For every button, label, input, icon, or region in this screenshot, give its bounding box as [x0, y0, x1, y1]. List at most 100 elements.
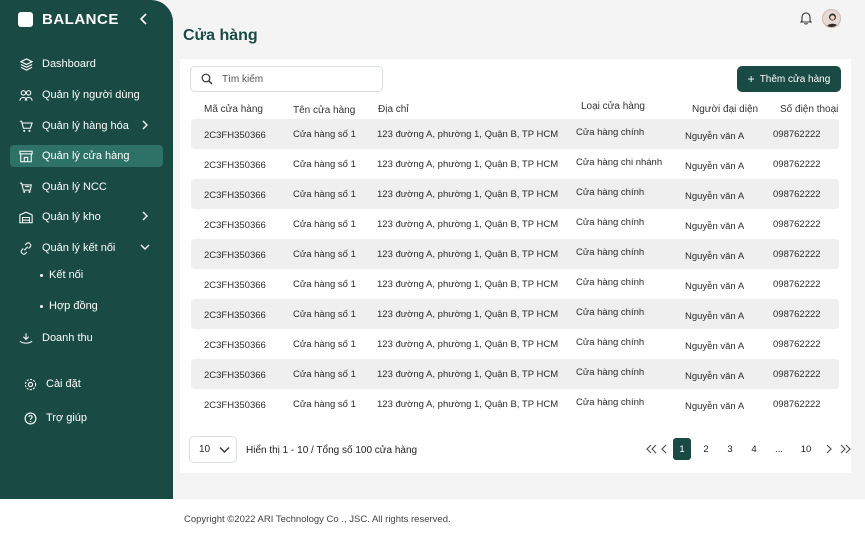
- cell-representative: Nguyễn văn A: [685, 281, 745, 292]
- page-button-10[interactable]: 10: [797, 438, 815, 460]
- column-header-address: Địa chỉ: [378, 104, 409, 115]
- cell-phone: 098762222: [773, 369, 821, 380]
- link-icon: [10, 241, 42, 255]
- warehouse-icon: [10, 211, 42, 224]
- cell-code: 2C3FH350366: [204, 190, 266, 201]
- users-icon: [10, 89, 42, 102]
- stores-card: + Thêm cửa hàng Mã cửa hàng Tên cửa hàng…: [180, 59, 851, 473]
- page-button-4[interactable]: 4: [745, 438, 763, 460]
- page-button-2[interactable]: 2: [697, 438, 715, 460]
- cell-code: 2C3FH350366: [204, 340, 266, 351]
- sidebar-item-products[interactable]: Quản lý hàng hóa: [10, 115, 163, 137]
- collapse-sidebar-icon[interactable]: [139, 12, 149, 29]
- column-header-representative: Người đại diện: [692, 104, 759, 115]
- last-page-icon[interactable]: [836, 438, 854, 460]
- sidebar-item-connections[interactable]: Quản lý kết nối: [10, 237, 163, 259]
- cart-icon: [10, 120, 42, 133]
- cell-address: 123 đường A, phường 1, Quận B, TP HCM: [377, 309, 559, 320]
- cell-type: Cửa hàng chính: [576, 187, 645, 198]
- sidebar: BALANCE Dashboard Quản lý người dùng Quả…: [0, 0, 173, 537]
- add-store-button[interactable]: + Thêm cửa hàng: [737, 66, 841, 92]
- cell-representative: Nguyễn văn A: [685, 401, 745, 412]
- avatar[interactable]: [822, 9, 841, 28]
- cell-address: 123 đường A, phường 1, Quận B, TP HCM: [377, 219, 559, 230]
- cell-type: Cửa hàng chính: [576, 307, 645, 318]
- page-button-1[interactable]: 1: [673, 438, 691, 460]
- bell-icon[interactable]: [799, 11, 813, 25]
- sidebar-item-users[interactable]: Quản lý người dùng: [10, 84, 163, 106]
- sidebar-item-label: Quản lý người dùng: [42, 89, 140, 101]
- sidebar-item-suppliers[interactable]: Quản lý NCC: [10, 176, 163, 198]
- cell-type: Cửa hàng chi nhánh: [576, 157, 663, 168]
- page-size-select[interactable]: 10: [189, 436, 237, 463]
- cell-phone: 098762222: [773, 219, 821, 230]
- bullet-icon: [40, 304, 43, 308]
- copyright: Copyright ©2022 ARI Technology Co ., JSC…: [184, 514, 451, 525]
- cell-name: Cửa hàng số 1: [293, 279, 356, 290]
- sidebar-item-label: Quản lý kho: [42, 211, 101, 223]
- sidebar-item-stores[interactable]: Quản lý cửa hàng: [10, 145, 163, 167]
- store-icon: [10, 150, 42, 163]
- search-icon: [201, 73, 213, 85]
- cell-phone: 098762222: [773, 249, 821, 260]
- layers-icon: [10, 57, 42, 71]
- search-box[interactable]: [190, 66, 383, 92]
- cell-representative: Nguyễn văn A: [685, 191, 745, 202]
- cell-type: Cửa hàng chính: [576, 247, 645, 258]
- brand-logo: [18, 12, 33, 27]
- cell-type: Cửa hàng chính: [576, 367, 645, 378]
- cell-address: 123 đường A, phường 1, Quận B, TP HCM: [377, 159, 559, 170]
- column-header-phone: Số điện thoại: [780, 104, 839, 115]
- search-input[interactable]: [222, 73, 372, 85]
- cell-code: 2C3FH350366: [204, 400, 266, 411]
- cell-name: Cửa hàng số 1: [293, 339, 356, 350]
- page-ellipsis: ...: [775, 443, 783, 455]
- sidebar-item-label: Quản lý hàng hóa: [42, 120, 129, 132]
- sidebar-item-label: Quản lý kết nối: [42, 242, 116, 254]
- page-button-3[interactable]: 3: [721, 438, 739, 460]
- sidebar-subitem-connect[interactable]: Kết nối: [40, 269, 83, 281]
- sidebar-subitem-contracts[interactable]: Hợp đồng: [40, 300, 98, 312]
- page-size-value: 10: [199, 444, 211, 455]
- cell-representative: Nguyễn văn A: [685, 251, 745, 262]
- cell-phone: 098762222: [773, 129, 821, 140]
- cell-name: Cửa hàng số 1: [293, 159, 356, 170]
- prev-page-icon[interactable]: [655, 438, 673, 460]
- gear-icon: [14, 378, 46, 391]
- column-header-name: Tên cửa hàng: [293, 105, 356, 116]
- truck-icon: [10, 181, 42, 194]
- cell-phone: 098762222: [773, 279, 821, 290]
- add-store-label: Thêm cửa hàng: [759, 73, 831, 85]
- cell-phone: 098762222: [773, 189, 821, 200]
- sidebar-item-label: Cài đặt: [46, 378, 81, 390]
- chevron-right-icon: [142, 211, 148, 221]
- sidebar-item-label: Quản lý cửa hàng: [42, 150, 130, 162]
- cell-name: Cửa hàng số 1: [293, 399, 356, 410]
- sidebar-item-revenue[interactable]: Doanh thu: [10, 327, 163, 349]
- cell-representative: Nguyễn văn A: [685, 341, 745, 352]
- cell-representative: Nguyễn văn A: [685, 161, 745, 172]
- cell-phone: 098762222: [773, 339, 821, 350]
- sidebar-item-help[interactable]: Trợ giúp: [14, 407, 167, 429]
- cell-representative: Nguyễn văn A: [685, 311, 745, 322]
- cell-code: 2C3FH350366: [204, 310, 266, 321]
- cell-representative: Nguyễn văn A: [685, 131, 745, 142]
- cell-address: 123 đường A, phường 1, Quận B, TP HCM: [377, 279, 559, 290]
- cell-address: 123 đường A, phường 1, Quận B, TP HCM: [377, 189, 559, 200]
- sidebar-item-dashboard[interactable]: Dashboard: [10, 53, 163, 75]
- sidebar-item-label: Trợ giúp: [46, 412, 88, 424]
- cell-name: Cửa hàng số 1: [293, 219, 356, 230]
- brand: BALANCE: [18, 11, 119, 28]
- sidebar-item-settings[interactable]: Cài đặt: [14, 373, 167, 395]
- sidebar-item-warehouse[interactable]: Quản lý kho: [10, 206, 163, 228]
- cell-address: 123 đường A, phường 1, Quận B, TP HCM: [377, 369, 559, 380]
- cell-code: 2C3FH350366: [204, 130, 266, 141]
- cell-type: Cửa hàng chính: [576, 127, 645, 138]
- cell-address: 123 đường A, phường 1, Quận B, TP HCM: [377, 399, 559, 410]
- cell-address: 123 đường A, phường 1, Quận B, TP HCM: [377, 129, 559, 140]
- cell-name: Cửa hàng số 1: [293, 129, 356, 140]
- chevron-down-icon: [140, 244, 150, 250]
- column-header-code: Mã cửa hàng: [204, 104, 263, 115]
- cell-address: 123 đường A, phường 1, Quận B, TP HCM: [377, 339, 559, 350]
- sidebar-item-label: Doanh thu: [42, 332, 93, 344]
